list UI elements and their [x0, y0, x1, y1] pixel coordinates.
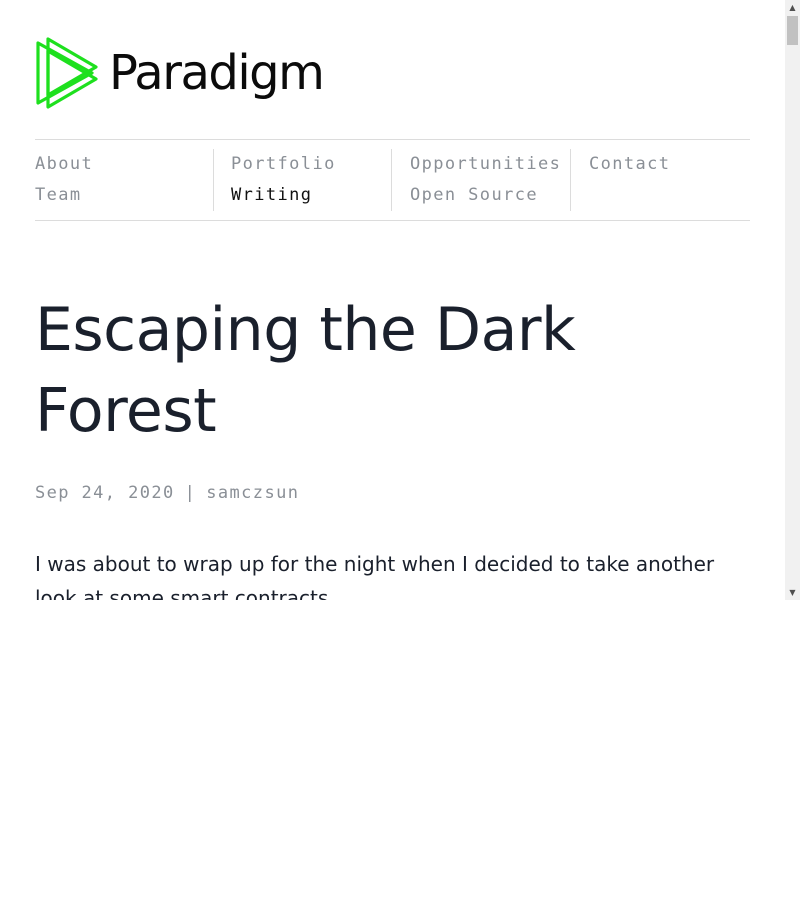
article-date: Sep 24, 2020 — [35, 483, 175, 503]
nav-link-open-source[interactable]: Open Source — [410, 180, 570, 211]
article-author-link[interactable]: samczsun — [206, 483, 299, 503]
nav-link-about[interactable]: About — [35, 149, 213, 180]
article-intro: I was about to wrap up for the night whe… — [35, 552, 715, 600]
nav-column-4: Contact — [570, 149, 750, 211]
nav-column-1: About Team — [35, 149, 213, 211]
scroll-up-arrow-icon[interactable]: ▲ — [785, 0, 800, 15]
nav-link-writing[interactable]: Writing — [231, 180, 391, 211]
paradigm-logo-link[interactable]: Paradigm — [35, 37, 325, 109]
browser-viewport: Paradigm About Team Portfolio Writing Op… — [0, 0, 800, 600]
page-content: Paradigm About Team Portfolio Writing Op… — [0, 0, 785, 600]
nav-link-contact[interactable]: Contact — [589, 149, 750, 180]
main-nav: About Team Portfolio Writing Opportuniti… — [35, 139, 750, 221]
meta-separator: | — [184, 483, 197, 503]
nav-link-portfolio[interactable]: Portfolio — [231, 149, 391, 180]
scroll-down-arrow-icon[interactable]: ▼ — [785, 585, 800, 600]
nav-column-3: Opportunities Open Source — [391, 149, 570, 211]
nav-column-2: Portfolio Writing — [213, 149, 391, 211]
article-meta: Sep 24, 2020 | samczsun — [35, 483, 299, 503]
nav-link-team[interactable]: Team — [35, 180, 213, 211]
brand-name: Paradigm — [109, 45, 325, 101]
article-title: Escaping the Dark Forest — [35, 295, 576, 446]
vertical-scrollbar[interactable]: ▲ ▼ — [785, 0, 800, 600]
nav-link-opportunities[interactable]: Opportunities — [410, 149, 570, 180]
paradigm-logo-icon — [36, 37, 98, 109]
scroll-thumb[interactable] — [787, 16, 798, 45]
